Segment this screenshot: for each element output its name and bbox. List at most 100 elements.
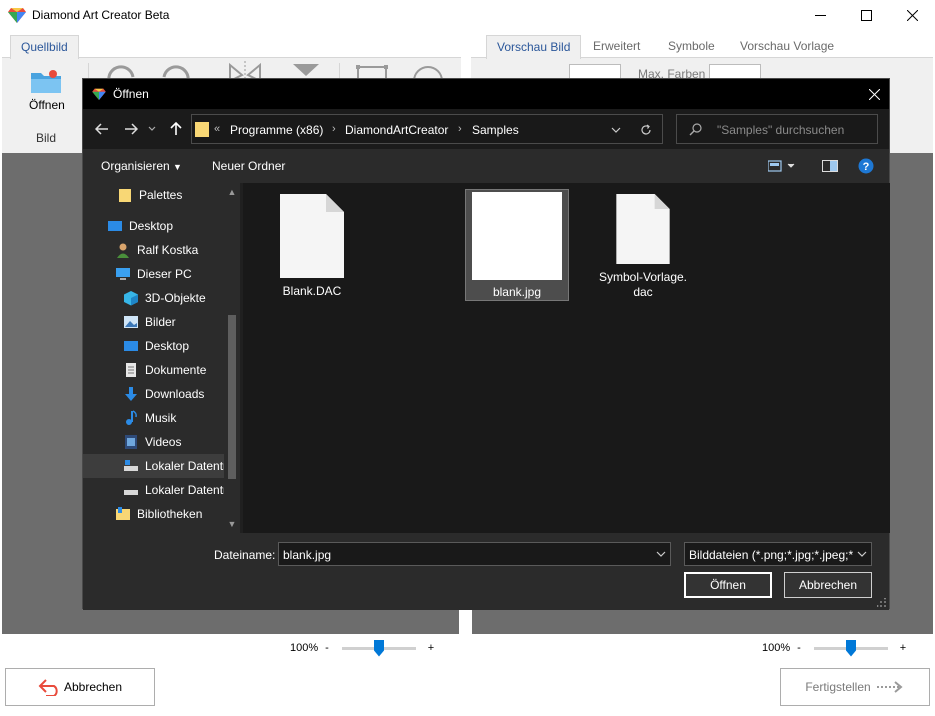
nav-item-documents[interactable]: Dokumente xyxy=(83,358,224,382)
svg-text:?: ? xyxy=(863,161,870,173)
refresh-icon[interactable] xyxy=(640,124,652,136)
zoom-left-thumb[interactable] xyxy=(374,639,384,657)
group-label-bild: Bild xyxy=(36,131,57,145)
folder-icon xyxy=(195,122,209,137)
scroll-up-icon[interactable]: ▲ xyxy=(224,185,240,199)
nav-item-downloads[interactable]: Downloads xyxy=(83,382,224,406)
nav-item-desktop[interactable]: Desktop xyxy=(83,334,224,358)
filetype-select[interactable]: Bilddateien (*.png;*.jpg;*.jpeg;* xyxy=(684,542,872,566)
nav-item-user[interactable]: Ralf Kostka xyxy=(83,238,224,262)
diamond-app-icon xyxy=(8,8,26,23)
chevron-down-icon xyxy=(148,126,156,131)
zoom-right-slider[interactable] xyxy=(814,639,888,657)
nav-item-pictures[interactable]: Bilder xyxy=(83,310,224,334)
nav-item-local-drive-selected[interactable]: Lokaler Datentr xyxy=(83,454,224,478)
nav-item-palettes[interactable]: Palettes xyxy=(83,183,224,207)
search-box[interactable]: "Samples" durchsuchen xyxy=(676,114,878,144)
view-options-icon[interactable] xyxy=(768,160,796,172)
address-overflow[interactable]: « xyxy=(214,123,220,135)
image-thumbnail xyxy=(472,192,562,280)
desktop-icon xyxy=(108,221,122,231)
file-list: Blank.DAC blank.jpg Symbol-Vorlage. dac xyxy=(243,183,890,533)
file-name: Symbol-Vorlage. dac xyxy=(598,270,688,299)
command-bar: Organisieren ▼ Neuer Ordner ? xyxy=(83,149,889,183)
chevron-down-icon: ▼ xyxy=(173,162,182,172)
close-window-button[interactable] xyxy=(889,0,935,31)
folder-icon xyxy=(119,189,131,202)
nav-item-label: Bibliotheken xyxy=(137,507,203,521)
zoom-right-minus[interactable]: - xyxy=(794,642,804,654)
navigation-pane: Palettes Desktop Ralf Kostka Dieser PC 3… xyxy=(83,183,240,533)
organize-button[interactable]: Organisieren ▼ xyxy=(101,159,182,173)
tab-symbole[interactable]: Symbole xyxy=(658,35,725,59)
nav-item-music[interactable]: Musik xyxy=(83,406,224,430)
open-image-button[interactable]: Öffnen xyxy=(20,65,72,115)
maximize-button[interactable] xyxy=(843,0,889,31)
file-name: Blank.DAC xyxy=(282,284,342,298)
nav-item-libraries[interactable]: Bibliotheken xyxy=(83,502,224,526)
nav-item-this-pc[interactable]: Dieser PC xyxy=(83,262,224,286)
chevron-down-icon xyxy=(857,551,867,557)
help-icon[interactable]: ? xyxy=(858,158,874,174)
zoom-right-thumb[interactable] xyxy=(846,639,856,657)
chevron-down-icon[interactable] xyxy=(611,127,621,133)
open-button[interactable]: Öffnen xyxy=(684,572,772,598)
tab-quellbild[interactable]: Quellbild xyxy=(10,35,79,59)
zoom-left-plus[interactable]: + xyxy=(426,642,436,654)
pictures-icon xyxy=(124,316,138,328)
nav-item-label: Desktop xyxy=(129,219,174,233)
file-item-selected[interactable]: blank.jpg xyxy=(465,189,569,301)
crumb-programme[interactable]: Programme (x86) xyxy=(230,123,323,137)
window-title: Diamond Art Creator Beta xyxy=(32,8,170,22)
nav-item-label: Lokaler Datentr xyxy=(145,483,224,497)
up-button[interactable] xyxy=(166,119,186,139)
zoom-right-plus[interactable]: + xyxy=(898,642,908,654)
zoom-left-percent: 100% xyxy=(290,642,319,654)
download-icon xyxy=(125,387,137,401)
cancel-wizard-button[interactable]: Abbrechen xyxy=(5,668,155,706)
zoom-left-slider[interactable] xyxy=(342,639,416,657)
drive-icon xyxy=(124,460,138,471)
finish-button[interactable]: Fertigstellen xyxy=(780,668,930,706)
file-item[interactable]: Blank.DAC xyxy=(260,188,364,300)
new-folder-button[interactable]: Neuer Ordner xyxy=(212,159,285,173)
open-file-dialog: Öffnen « Programme (x86) › DiamondArtCre… xyxy=(82,78,890,610)
nav-scrollbar[interactable]: ▲ ▼ xyxy=(224,183,240,533)
close-icon xyxy=(906,10,918,21)
nav-item-3d-objects[interactable]: 3D-Objekte xyxy=(83,286,224,310)
recent-locations-button[interactable] xyxy=(146,119,158,139)
nav-item-label: Downloads xyxy=(145,387,205,401)
zoom-left-minus[interactable]: - xyxy=(322,642,332,654)
nav-item-label: Ralf Kostka xyxy=(137,243,199,257)
minimize-button[interactable] xyxy=(797,0,843,31)
nav-item-label: Musik xyxy=(145,411,177,425)
crumb-samples[interactable]: Samples xyxy=(472,123,519,137)
crumb-diamondartcreator[interactable]: DiamondArtCreator xyxy=(345,123,448,137)
documents-icon xyxy=(126,363,136,377)
back-button[interactable] xyxy=(92,119,112,139)
dialog-close-button[interactable] xyxy=(859,79,889,109)
forward-button[interactable] xyxy=(121,119,141,139)
flip-vertical-icon[interactable] xyxy=(291,62,321,78)
preview-pane-icon[interactable] xyxy=(822,160,838,172)
search-icon xyxy=(689,123,702,136)
filename-input[interactable]: blank.jpg xyxy=(278,542,671,566)
chevron-down-icon[interactable] xyxy=(656,547,666,561)
nav-item-local-drive[interactable]: Lokaler Datentr xyxy=(83,478,224,502)
tab-vorschau-bild[interactable]: Vorschau Bild xyxy=(486,35,582,59)
pc-icon xyxy=(116,268,130,280)
back-arrow-icon xyxy=(38,679,58,696)
file-item[interactable]: Symbol-Vorlage. dac xyxy=(591,188,695,300)
scrollbar-thumb[interactable] xyxy=(228,315,236,479)
nav-item-label: Dokumente xyxy=(145,363,207,377)
dialog-titlebar: Öffnen xyxy=(83,79,889,109)
tab-erweitert[interactable]: Erweitert xyxy=(583,35,650,59)
nav-item-label: Palettes xyxy=(139,188,183,202)
nav-item-desktop-root[interactable]: Desktop xyxy=(83,214,224,238)
nav-item-videos[interactable]: Videos xyxy=(83,430,224,454)
resize-grip-icon[interactable] xyxy=(877,598,887,608)
scroll-down-icon[interactable]: ▼ xyxy=(224,517,240,531)
address-bar[interactable]: « Programme (x86) › DiamondArtCreator › … xyxy=(191,114,663,144)
tab-vorschau-vorlage[interactable]: Vorschau Vorlage xyxy=(730,35,844,59)
cancel-button[interactable]: Abbrechen xyxy=(784,572,872,598)
